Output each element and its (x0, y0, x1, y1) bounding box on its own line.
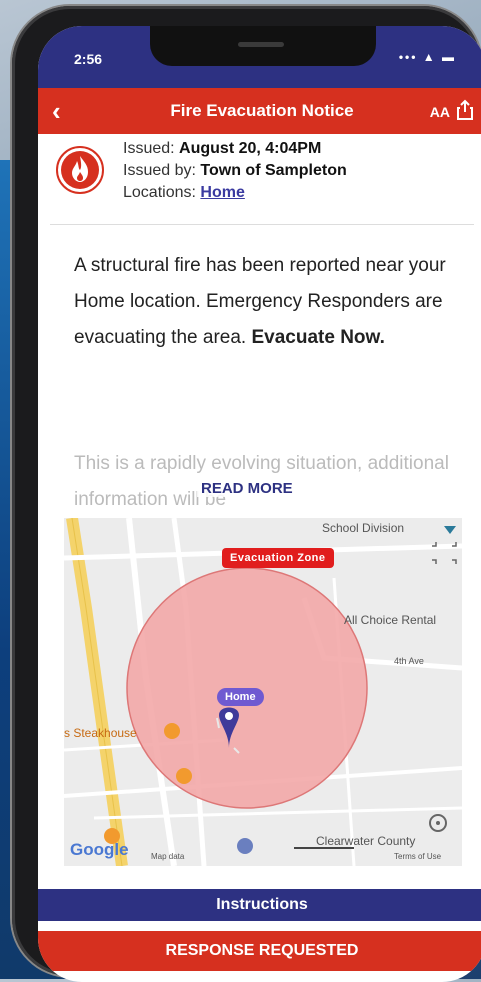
map-label-street: 4th Ave (394, 656, 424, 666)
read-more-button[interactable]: READ MORE (197, 480, 297, 497)
notice-header: Issued: August 20, 4:04PM Issued by: Tow… (50, 138, 474, 225)
evacuation-zone-badge: Evacuation Zone (222, 548, 334, 568)
speaker-grille (238, 42, 284, 47)
status-time: 2:56 (74, 51, 103, 67)
font-size-button[interactable]: AA (430, 104, 450, 120)
home-location-badge: Home (217, 688, 264, 706)
evacuation-map[interactable]: School Division All Choice Rental s Stea… (64, 518, 462, 866)
issued-label: Issued: (123, 140, 175, 157)
issued-by-label: Issued by: (123, 162, 196, 179)
notice-meta: Issued: August 20, 4:04PM Issued by: Tow… (123, 138, 347, 204)
share-icon[interactable] (456, 99, 474, 121)
terms-link[interactable]: Terms of Use (394, 852, 441, 861)
map-data-label: Map data (151, 852, 185, 861)
instructions-button[interactable]: Instructions (38, 889, 481, 921)
location-home-link[interactable]: Home (200, 184, 244, 201)
notch (150, 26, 376, 66)
notice-body-emphasis: Evacuate Now. (251, 327, 385, 348)
response-requested-button[interactable]: RESPONSE REQUESTED (38, 931, 481, 971)
map-label-steakhouse: s Steakhouse (64, 726, 137, 740)
map-label-rental: All Choice Rental (344, 613, 437, 627)
signal-wifi-battery-icon: ••• ▲ ▬ (398, 50, 456, 64)
nav-bar: ‹ Fire Evacuation Notice AA (38, 88, 481, 134)
fire-alert-icon (56, 146, 104, 194)
page-title: Fire Evacuation Notice (170, 101, 354, 120)
map-label-county: Clearwater County (316, 834, 416, 848)
screen: 2:56 ••• ▲ ▬ ‹ Fire Evacuation Notice AA… (38, 26, 481, 982)
phone-frame: 2:56 ••• ▲ ▬ ‹ Fire Evacuation Notice AA… (12, 6, 481, 982)
issued-by-value: Town of Sampleton (200, 162, 347, 179)
locations-label: Locations: (123, 184, 196, 201)
google-logo: Google (70, 840, 129, 859)
map-label-school: School Division (322, 521, 405, 535)
status-bar: 2:56 ••• ▲ ▬ (38, 26, 481, 88)
notice-body: A structural fire has been reported near… (74, 248, 464, 356)
issued-value: August 20, 4:04PM (179, 140, 322, 157)
